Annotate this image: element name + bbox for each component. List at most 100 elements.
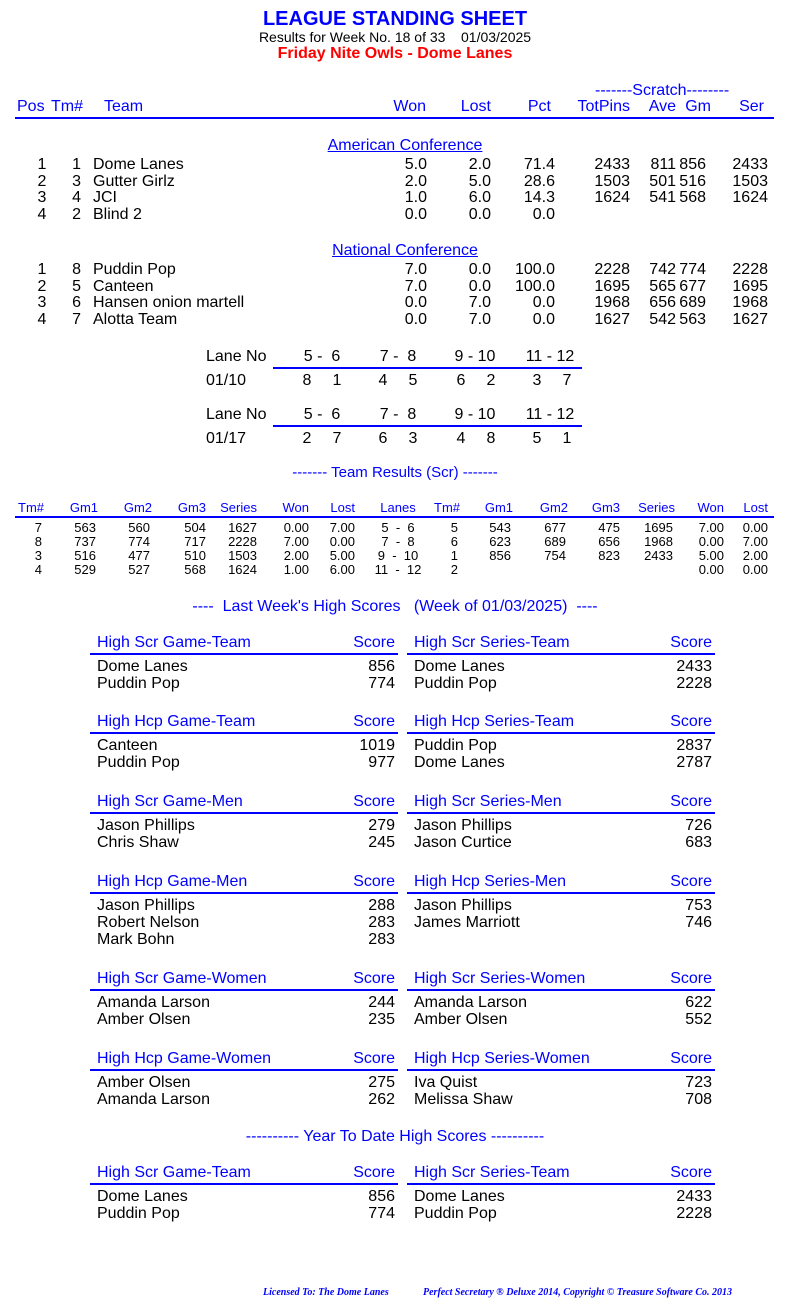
standings-cell: Dome Lanes — [93, 156, 184, 173]
score-value: 2228 — [676, 1205, 712, 1222]
block-divider — [90, 732, 398, 734]
standing-sheet: LEAGUE STANDING SHEET Results for Week N… — [0, 0, 800, 1302]
bowler-name: Dome Lanes — [414, 658, 505, 675]
bowler-name: James Marriott — [414, 914, 520, 931]
score-label: Score — [670, 1050, 712, 1067]
bowler-name: Dome Lanes — [414, 1188, 505, 1205]
standings-cell: Canteen — [93, 277, 154, 295]
score-value: 244 — [368, 994, 395, 1011]
score-value: 275 — [368, 1074, 395, 1091]
standings-cell: Hansen onion martell — [93, 294, 245, 312]
score-value: 2433 — [676, 658, 712, 675]
score-value: 856 — [368, 1188, 395, 1205]
bowler-name: Puddin Pop — [97, 675, 180, 692]
score-label: Score — [353, 1050, 395, 1067]
page-title: LEAGUE STANDING SHEET — [262, 8, 528, 30]
score-label: Score — [353, 793, 395, 810]
copyright-text: Perfect Secretary ® Deluxe 2014, Copyrig… — [423, 1287, 732, 1298]
score-label: Score — [670, 1164, 712, 1181]
standings-cell: 1503 — [732, 172, 768, 190]
bowler-name: Robert Nelson — [97, 914, 200, 931]
block-divider — [90, 892, 398, 894]
bowler-name: Canteen — [97, 737, 158, 754]
bowler-name: Amanda Larson — [97, 994, 210, 1011]
ytd-title: ---------- Year To Date High Scores ----… — [245, 1128, 545, 1145]
bowler-name: Jason Phillips — [97, 897, 195, 914]
standings-cell: 8 — [72, 261, 81, 278]
week-subtitle: Results for Week No. 18 of 33 01/03/2025 — [258, 29, 532, 45]
standings-cell: 1627 — [732, 311, 768, 329]
standings-cell: 2 — [72, 206, 81, 224]
standings-cell: 1968 — [732, 294, 768, 312]
team-results-cell: 7.00 — [742, 534, 768, 549]
score-value: 2228 — [676, 675, 712, 692]
score-value: 2787 — [676, 754, 712, 771]
bowler-name: Dome Lanes — [414, 754, 505, 771]
bowler-name: Amber Olsen — [97, 1074, 191, 1091]
column-header: Team — [104, 98, 144, 115]
score-label: Score — [353, 873, 395, 890]
standings-cell: 6 — [72, 294, 81, 312]
standings-cell: 2228 — [732, 261, 768, 278]
block-divider — [90, 1183, 398, 1185]
bowler-name: Puddin Pop — [97, 1205, 180, 1222]
team-number: 1 — [562, 430, 572, 447]
score-value: 774 — [368, 675, 395, 692]
bowler-name: Jason Phillips — [414, 897, 512, 914]
scratch-label: -------Scratch-------- — [595, 82, 730, 99]
score-value: 245 — [368, 834, 395, 851]
block-divider — [407, 653, 715, 655]
standings-cell: Blind 2 — [93, 206, 142, 224]
standings-cell: JCI — [93, 189, 117, 207]
standings-cell: 4 — [72, 189, 81, 207]
score-value: 2433 — [676, 1188, 712, 1205]
standings-cell: 5 — [72, 277, 81, 295]
bowler-name: Dome Lanes — [97, 1188, 188, 1205]
score-label: Score — [670, 970, 712, 987]
league-name: Friday Nite Owls - Dome Lanes — [277, 45, 513, 62]
bowler-name: Amber Olsen — [97, 1011, 191, 1028]
score-value: 726 — [685, 817, 712, 834]
conference-title: National Conference — [332, 242, 478, 259]
lane-pair: 11 - 12 — [525, 348, 575, 365]
block-divider — [407, 892, 715, 894]
score-value: 262 — [368, 1091, 395, 1108]
bowler-name: Puddin Pop — [97, 754, 180, 771]
score-label: Score — [353, 713, 395, 730]
score-label: Score — [670, 713, 712, 730]
block-divider — [407, 1183, 715, 1185]
block-divider — [90, 812, 398, 814]
standings-cell: 1695 — [732, 277, 768, 295]
standings-cell: 7 — [72, 311, 81, 329]
score-value: 288 — [368, 897, 395, 914]
standings-cell: 1624 — [732, 189, 768, 207]
bowler-name: Dome Lanes — [97, 658, 188, 675]
column-header: Tm# — [51, 98, 83, 115]
conference-title: American Conference — [327, 137, 483, 154]
score-label: Score — [670, 793, 712, 810]
bowler-name: Amanda Larson — [97, 1091, 210, 1108]
score-value: 235 — [368, 1011, 395, 1028]
standings-cell: Gutter Girlz — [93, 172, 175, 190]
score-value: 977 — [368, 754, 395, 771]
team-number: 7 — [562, 372, 572, 389]
team-results-cell: 0.00 — [742, 520, 768, 535]
block-divider — [90, 1069, 398, 1071]
standings-cell: 3 — [72, 172, 81, 190]
standings-cell: 2433 — [732, 156, 768, 173]
bowler-name: Amber Olsen — [414, 1011, 508, 1028]
bowler-name: Puddin Pop — [414, 737, 497, 754]
bowler-name: Jason Curtice — [414, 834, 512, 851]
last-week-title: ---- Last Week's High Scores (Week of 01… — [192, 598, 598, 615]
score-value: 753 — [685, 897, 712, 914]
bowler-name: Jason Phillips — [97, 817, 195, 834]
score-label: Score — [670, 634, 712, 651]
block-divider — [90, 653, 398, 655]
standings-cell: 0.0 — [532, 206, 555, 224]
team-results-divider — [15, 516, 774, 518]
score-value: 723 — [685, 1074, 712, 1091]
team-results-cell: 2.00 — [742, 548, 768, 563]
bowler-name: Jason Phillips — [414, 817, 512, 834]
schedule-divider — [273, 367, 582, 369]
standings-cell: Puddin Pop — [93, 261, 176, 278]
